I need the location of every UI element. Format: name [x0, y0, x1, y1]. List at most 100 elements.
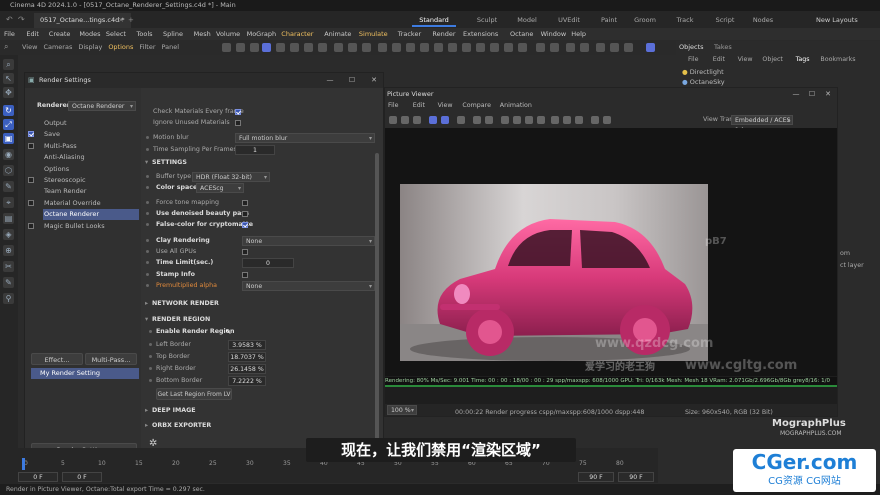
- nav-item-multi-pass[interactable]: Multi-Pass: [43, 141, 139, 152]
- menu-create[interactable]: Create: [49, 28, 71, 40]
- orbx-toggle-icon[interactable]: ▸: [145, 422, 148, 429]
- toolbar-tool-icon[interactable]: [236, 43, 245, 52]
- objects-menu-bookmarks[interactable]: Bookmarks: [820, 56, 855, 63]
- toolbar-tool-icon[interactable]: [392, 43, 401, 52]
- pv-menu-view[interactable]: View: [438, 100, 453, 112]
- toolbar-tool-icon[interactable]: [406, 43, 415, 52]
- left-tool-icon[interactable]: ▣: [3, 133, 14, 144]
- toolbar-tool-icon[interactable]: [334, 43, 343, 52]
- minimize-button[interactable]: —: [321, 73, 339, 88]
- object-item-directlight[interactable]: ● Directlight: [682, 68, 724, 76]
- toolbar-tool-icon[interactable]: [434, 43, 443, 52]
- toolbar-tool-icon[interactable]: [624, 43, 633, 52]
- menu-tools[interactable]: Tools: [137, 28, 153, 40]
- close-doc-icon[interactable]: ×: [118, 16, 124, 24]
- menu-file[interactable]: File: [4, 28, 15, 40]
- menu-window[interactable]: Window: [541, 28, 567, 40]
- pv-tool-icon[interactable]: [501, 116, 509, 124]
- objects-menu-file[interactable]: File: [688, 56, 699, 63]
- left-tool-icon[interactable]: ⚲: [3, 293, 14, 304]
- left-tool-icon[interactable]: ↻: [3, 105, 14, 116]
- false-color-checkbox[interactable]: [242, 222, 248, 228]
- menu-help[interactable]: Help: [571, 28, 586, 40]
- toolbar-tool-icon[interactable]: [536, 43, 545, 52]
- layout-tab-sculpt[interactable]: Sculpt: [470, 14, 504, 27]
- menu-volume[interactable]: Volume: [216, 28, 240, 40]
- maximize-button[interactable]: ☐: [343, 73, 361, 88]
- menu-octane[interactable]: Octane: [510, 28, 533, 40]
- toolbar-tool-icon[interactable]: [566, 43, 575, 52]
- pv-tool-icon[interactable]: [401, 116, 409, 124]
- nav-checkbox-save[interactable]: [28, 131, 34, 138]
- menu-mesh[interactable]: Mesh: [194, 28, 211, 40]
- end-frame-field[interactable]: 90 F: [578, 472, 614, 482]
- nav-checkbox-stereoscopic[interactable]: [28, 177, 34, 183]
- pv-tool-icon[interactable]: [473, 116, 481, 124]
- viewport-menu-cameras[interactable]: Cameras: [43, 43, 72, 51]
- pv-tool-icon[interactable]: [429, 116, 437, 124]
- left-tool-icon[interactable]: ⬡: [3, 165, 14, 176]
- start-frame-field[interactable]: 0 F: [18, 472, 58, 482]
- region-toggle-icon[interactable]: ▾: [145, 316, 148, 323]
- toolbar-tool-icon[interactable]: [580, 43, 589, 52]
- nav-item-magic-bullet-looks[interactable]: Magic Bullet Looks: [43, 221, 139, 232]
- effect-button[interactable]: Effect...: [31, 353, 83, 365]
- toolbar-tool-icon[interactable]: [304, 43, 313, 52]
- my-render-setting-item[interactable]: My Render Setting: [31, 368, 139, 379]
- get-last-region-button[interactable]: Get Last Region From LV: [156, 388, 232, 400]
- back-arrow-icon[interactable]: ↶: [6, 15, 13, 24]
- nav-checkbox-multi-pass[interactable]: [28, 142, 34, 149]
- network-render-header[interactable]: NETWORK RENDER: [152, 300, 219, 307]
- toolbar-tool-icon[interactable]: [646, 43, 655, 52]
- left-tool-icon[interactable]: ↖: [3, 73, 14, 84]
- left-tool-icon[interactable]: ✎: [3, 277, 14, 288]
- toolbar-tool-icon[interactable]: [610, 43, 619, 52]
- objects-menu-object[interactable]: Object: [762, 56, 783, 63]
- pv-tool-icon[interactable]: [525, 116, 533, 124]
- zoom-dropdown[interactable]: 100 %: [387, 405, 417, 416]
- all-gpus-checkbox[interactable]: [242, 249, 248, 255]
- attr-item[interactable]: om: [840, 250, 850, 257]
- menu-animate[interactable]: Animate: [324, 28, 351, 40]
- layout-tab-standard[interactable]: Standard: [412, 14, 456, 27]
- toolbar-tool-icon[interactable]: [250, 43, 259, 52]
- left-tool-icon[interactable]: ✂: [3, 261, 14, 272]
- denoised-checkbox[interactable]: [242, 211, 248, 217]
- objects-menu-edit[interactable]: Edit: [713, 56, 725, 63]
- pv-tool-icon[interactable]: [485, 116, 493, 124]
- nav-checkbox-magic-bullet-looks[interactable]: [28, 222, 34, 229]
- toolbar-tool-icon[interactable]: [222, 43, 231, 52]
- pv-tool-icon[interactable]: [537, 116, 545, 124]
- pv-tool-icon[interactable]: [551, 116, 559, 124]
- new-layouts-button[interactable]: New Layouts: [816, 16, 858, 24]
- layout-tab-paint[interactable]: Paint: [592, 14, 626, 27]
- toolbar-tool-icon[interactable]: [348, 43, 357, 52]
- toolbar-tool-icon[interactable]: [420, 43, 429, 52]
- menu-spline[interactable]: Spline: [163, 28, 183, 40]
- layout-tab-script[interactable]: Script: [708, 14, 742, 27]
- motion-blur-dropdown[interactable]: Full motion blur: [235, 133, 375, 144]
- pv-tool-icon[interactable]: [513, 116, 521, 124]
- pv-menu-compare[interactable]: Compare: [462, 100, 491, 112]
- menu-select[interactable]: Select: [106, 28, 126, 40]
- start-frame-field-2[interactable]: 0 F: [62, 472, 102, 482]
- pv-menu-file[interactable]: File: [388, 100, 399, 112]
- color-space-dropdown[interactable]: ACEScg: [196, 183, 244, 194]
- render-region-header[interactable]: RENDER REGION: [152, 316, 210, 323]
- toolbar-tool-icon[interactable]: [550, 43, 559, 52]
- nav-item-octane-renderer[interactable]: Octane Renderer: [43, 209, 139, 221]
- viewport-menu-view[interactable]: View: [22, 43, 37, 51]
- left-tool-icon[interactable]: ⤢: [3, 119, 14, 130]
- stamp-info-checkbox[interactable]: [242, 272, 248, 278]
- attr-item[interactable]: ct layer: [840, 262, 864, 269]
- settings-toggle-icon[interactable]: ▾: [145, 159, 148, 166]
- toolbar-tool-icon[interactable]: [276, 43, 285, 52]
- pv-tool-icon[interactable]: [389, 116, 397, 124]
- network-toggle-icon[interactable]: ▸: [145, 300, 148, 307]
- pv-tool-icon[interactable]: [563, 116, 571, 124]
- viewport-menu-display[interactable]: Display: [78, 43, 102, 51]
- deep-image-header[interactable]: DEEP IMAGE: [152, 407, 196, 414]
- pv-tool-icon[interactable]: [441, 116, 449, 124]
- render-canvas[interactable]: pB7 www.qzdcg.com: [385, 128, 837, 376]
- left-tool-icon[interactable]: ⊕: [3, 245, 14, 256]
